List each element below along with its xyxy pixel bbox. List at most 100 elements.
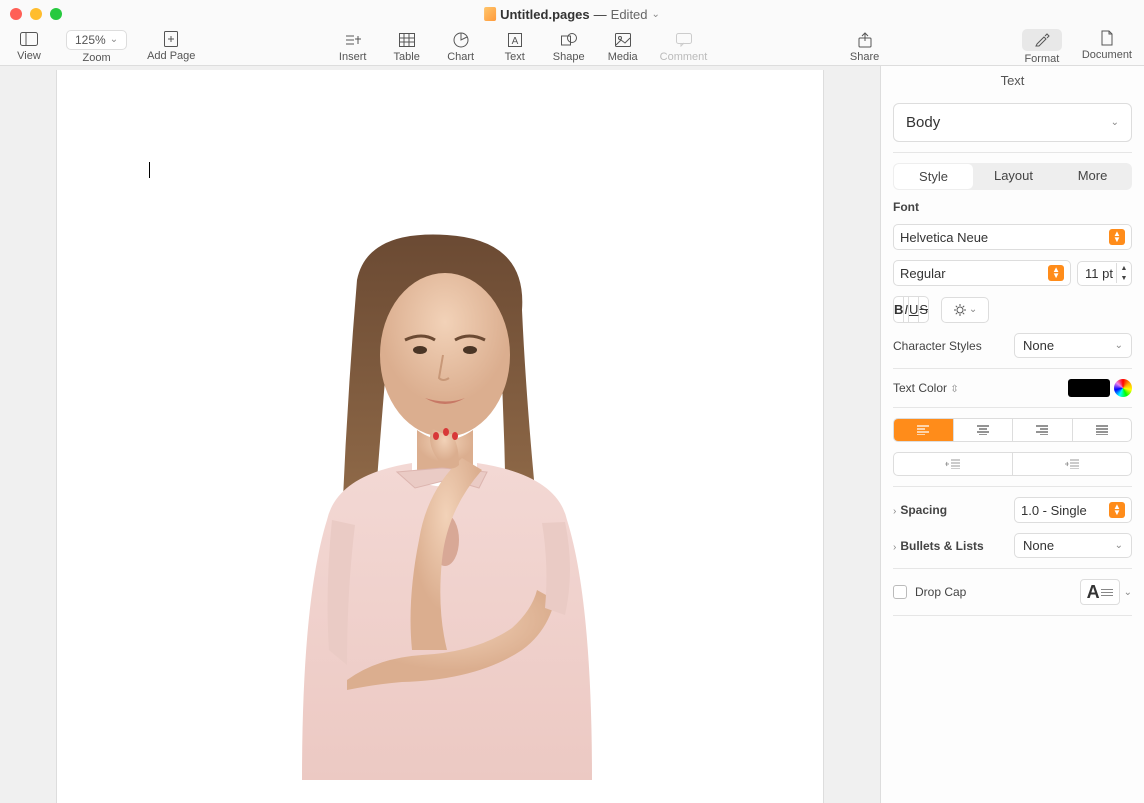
chart-button[interactable]: Chart [444, 31, 478, 63]
chevron-down-icon: ⌄ [969, 304, 977, 315]
zoom-button[interactable]: 125% ⌄ Zoom [66, 30, 127, 64]
text-color-label[interactable]: Text Color ⇳ [893, 381, 959, 395]
zoom-select[interactable]: 125% ⌄ [66, 30, 127, 50]
inspector-segments: Style Layout More [893, 163, 1132, 190]
close-window-button[interactable] [10, 8, 22, 20]
shape-button[interactable]: Shape [552, 31, 586, 63]
size-step-up[interactable]: ▲ [1117, 263, 1131, 273]
indent-button[interactable] [1013, 453, 1131, 475]
dropcap-checkbox[interactable] [893, 585, 907, 599]
insert-label: Insert [339, 51, 367, 63]
add-page-button[interactable]: Add Page [147, 30, 195, 64]
add-page-label: Add Page [147, 50, 195, 62]
table-label: Table [394, 51, 420, 63]
table-button[interactable]: Table [390, 31, 424, 63]
color-picker-button[interactable] [1114, 379, 1132, 397]
advanced-options-button[interactable]: ⌄ [941, 297, 989, 323]
text-button[interactable]: A Text [498, 31, 532, 63]
font-heading: Font [893, 200, 1132, 214]
inserted-image-person[interactable] [247, 220, 627, 780]
dropdown-toggle-icon: ▲▼ [1109, 229, 1125, 245]
spacing-row[interactable]: ›Spacing [893, 503, 947, 517]
title-separator: — [594, 7, 607, 22]
share-button[interactable]: Share [848, 31, 882, 63]
strikethrough-button[interactable]: S [919, 297, 928, 322]
outdent-button[interactable] [894, 453, 1013, 475]
align-center-button[interactable] [954, 419, 1014, 441]
share-label: Share [850, 51, 879, 63]
dropcap-label: Drop Cap [915, 585, 966, 599]
bullets-row[interactable]: › Bullets & Lists [893, 539, 984, 553]
dropcap-style-preview[interactable]: A [1080, 579, 1120, 605]
align-right-button[interactable] [1013, 419, 1073, 441]
up-down-icon: ⇳ [950, 384, 958, 395]
document-label: Document [1082, 49, 1132, 61]
align-left-button[interactable] [894, 419, 954, 441]
char-styles-label: Character Styles [893, 339, 982, 353]
font-size-value: 11 pt [1078, 262, 1116, 285]
size-step-down[interactable]: ▼ [1117, 273, 1131, 283]
view-button[interactable]: View [12, 30, 46, 64]
segment-layout[interactable]: Layout [974, 163, 1053, 190]
sidebar-icon [19, 30, 39, 48]
maximize-window-button[interactable] [50, 8, 62, 20]
window-titlebar: Untitled.pages — Edited ⌄ [0, 0, 1144, 28]
text-icon: A [505, 31, 525, 49]
spacing-value: 1.0 - Single [1021, 503, 1087, 518]
zoom-label: Zoom [82, 52, 110, 64]
chevron-down-icon[interactable]: ⌄ [1124, 587, 1132, 598]
insert-button[interactable]: Insert [336, 31, 370, 63]
bullets-dropdown[interactable]: None ⌄ [1014, 533, 1132, 558]
comment-label: Comment [660, 51, 708, 63]
comment-button[interactable]: Comment [660, 31, 708, 63]
document-status: Edited [611, 7, 648, 22]
segment-more[interactable]: More [1053, 163, 1132, 190]
text-cursor [149, 162, 150, 178]
add-page-icon [161, 30, 181, 48]
shape-icon [559, 31, 579, 49]
underline-button[interactable]: U [909, 297, 919, 322]
media-button[interactable]: Media [606, 31, 640, 63]
text-color-swatch[interactable] [1068, 379, 1110, 397]
font-family-dropdown[interactable]: Helvetica Neue ▲▼ [893, 224, 1132, 250]
zoom-value: 125% [75, 33, 106, 47]
disclosure-icon: › [893, 506, 896, 517]
bold-button[interactable]: B [894, 297, 904, 322]
table-icon [397, 31, 417, 49]
document-name: Untitled.pages [500, 7, 590, 22]
spacing-dropdown[interactable]: 1.0 - Single ▲▼ [1014, 497, 1132, 523]
document-page[interactable] [56, 70, 824, 803]
font-weight-dropdown[interactable]: Regular ▲▼ [893, 260, 1071, 286]
dropdown-toggle-icon: ▲▼ [1048, 265, 1064, 281]
font-size-field[interactable]: 11 pt ▲ ▼ [1077, 261, 1132, 286]
chevron-down-icon: ⌄ [1115, 540, 1123, 551]
paragraph-style-dropdown[interactable]: Body ⌄ [893, 103, 1132, 142]
font-family-value: Helvetica Neue [900, 230, 988, 245]
segment-style[interactable]: Style [894, 164, 973, 189]
format-label: Format [1024, 53, 1059, 65]
gear-icon [953, 303, 967, 317]
indent-buttons [893, 452, 1132, 476]
document-title[interactable]: Untitled.pages — Edited ⌄ [484, 7, 660, 22]
inspector-tab-text[interactable]: Text [881, 66, 1144, 95]
format-inspector: Text Body ⌄ Style Layout More Font Helve… [880, 66, 1144, 803]
chart-label: Chart [447, 51, 474, 63]
media-label: Media [608, 51, 638, 63]
document-button[interactable]: Document [1082, 29, 1132, 65]
format-button[interactable]: Format [1022, 29, 1062, 65]
document-icon [1097, 29, 1117, 47]
chevron-down-icon: ⌄ [1115, 340, 1123, 351]
minimize-window-button[interactable] [30, 8, 42, 20]
comment-icon [674, 31, 694, 49]
svg-text:A: A [511, 36, 518, 47]
chevron-down-icon: ⌄ [1111, 117, 1119, 128]
align-justify-button[interactable] [1073, 419, 1132, 441]
text-style-buttons: B I U S [893, 296, 929, 323]
shape-label: Shape [553, 51, 585, 63]
document-canvas[interactable] [0, 66, 880, 803]
char-styles-value: None [1023, 338, 1054, 353]
char-styles-dropdown[interactable]: None ⌄ [1014, 333, 1132, 358]
disclosure-icon: › [893, 542, 896, 553]
format-icon [1022, 29, 1062, 51]
bullets-label: Bullets & Lists [900, 539, 983, 553]
